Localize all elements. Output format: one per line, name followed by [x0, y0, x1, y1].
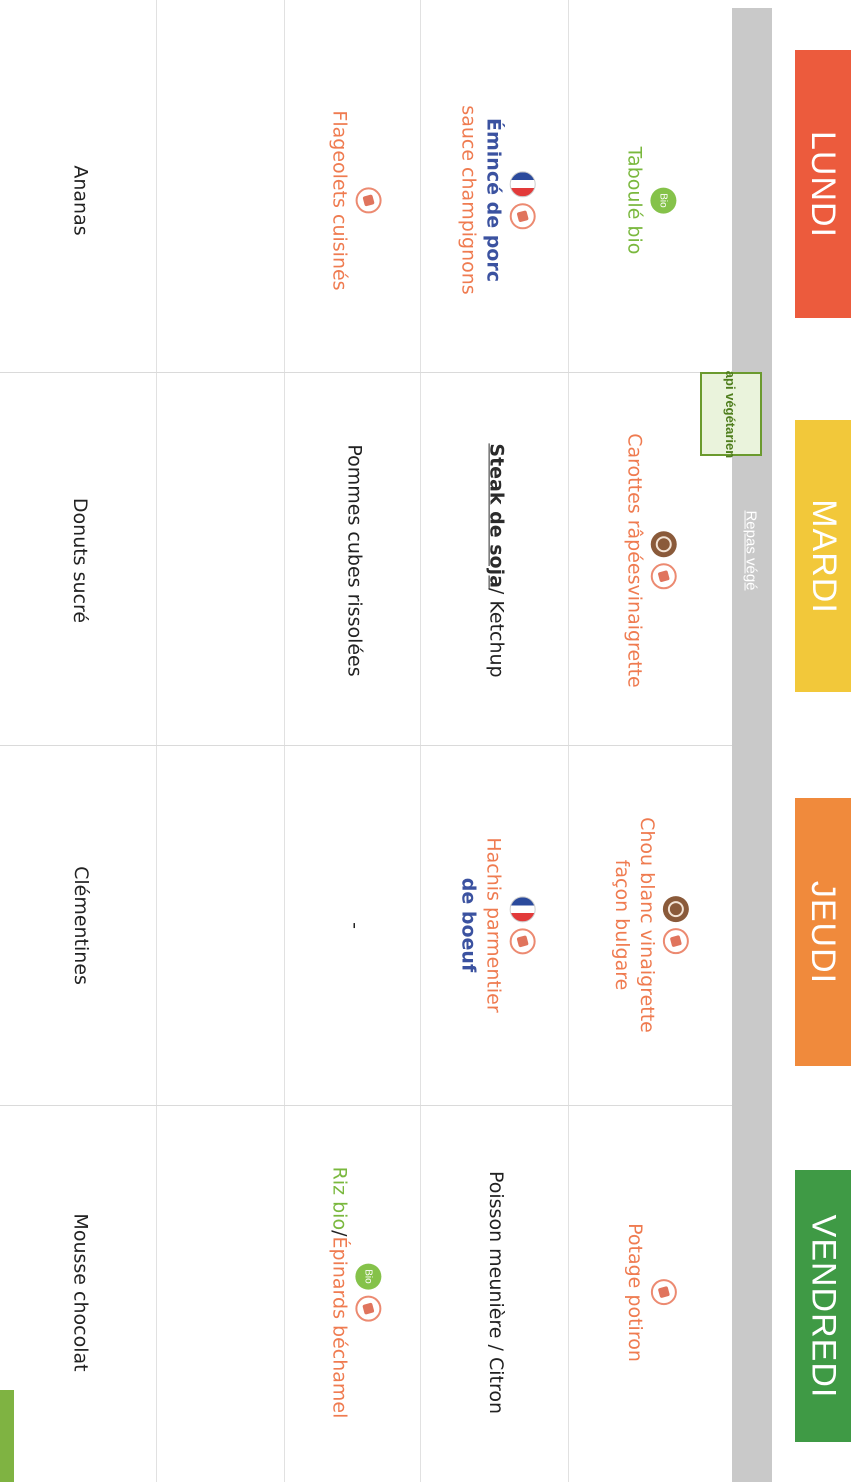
bio-icon: Bio — [355, 1263, 382, 1289]
row-divider — [0, 372, 747, 373]
jeudi-plat: Hachis parmentier de boeuf — [426, 752, 566, 1098]
vendredi-entree: Potage potiron — [574, 1112, 724, 1472]
jeudi-entree: Chou blanc vinaigrette façon bulgare — [574, 752, 724, 1098]
lundi-entree: Bio Taboulé bio — [574, 40, 724, 360]
seasonal-icon — [650, 530, 677, 557]
jeudi-accompagnement: - — [343, 921, 366, 929]
day-tab-lundi: LUNDI — [795, 50, 851, 318]
lundi-dessert: Ananas — [69, 164, 92, 236]
day-tab-vendredi: VENDREDI — [795, 1170, 851, 1442]
homemade-icon — [650, 562, 677, 589]
green-edge-tab — [0, 1390, 14, 1482]
vendredi-accompagnement: Bio Riz bio / Épinards béchamel — [290, 1112, 418, 1472]
france-origin-icon — [510, 895, 537, 922]
header-band — [732, 8, 772, 1482]
mardi-plat: Steak de soja / Ketchup — [485, 442, 508, 678]
homemade-icon — [510, 203, 536, 229]
lundi-accompagnement: Flageolets cuisinés — [290, 40, 418, 360]
row-divider — [0, 745, 747, 746]
bio-icon: Bio — [650, 187, 677, 213]
repas-vege-label: Repas végé — [742, 509, 760, 591]
day-tab-mardi: MARDI — [795, 420, 851, 692]
mardi-entree: Carottes râpées vinaigrette — [574, 380, 724, 740]
homemade-icon — [355, 186, 382, 213]
mardi-dessert: Donuts sucré — [69, 497, 92, 623]
homemade-icon — [650, 1278, 677, 1305]
jeudi-dessert: Clémentines — [69, 865, 92, 985]
homemade-icon — [510, 927, 537, 954]
homemade-icon — [355, 1295, 382, 1321]
seasonal-icon — [663, 896, 689, 922]
column-divider — [420, 0, 421, 1482]
vendredi-dessert: Mousse chocolat — [69, 1212, 92, 1372]
france-origin-icon — [510, 171, 536, 197]
mardi-accompagnement: Pommes cubes rissolées — [343, 443, 366, 677]
homemade-icon — [663, 928, 689, 954]
vendredi-plat: Poisson meunière / Citron — [485, 1170, 508, 1414]
column-divider — [156, 0, 157, 1482]
column-divider — [284, 0, 285, 1482]
weekly-menu: LUNDI MARDI JEUDI VENDREDI api végétarie… — [0, 0, 867, 1482]
day-tab-jeudi: JEUDI — [795, 798, 851, 1066]
lundi-plat: Émincé de porc sauce champignons — [426, 40, 566, 360]
row-divider — [0, 1105, 747, 1106]
column-divider — [568, 0, 569, 1482]
